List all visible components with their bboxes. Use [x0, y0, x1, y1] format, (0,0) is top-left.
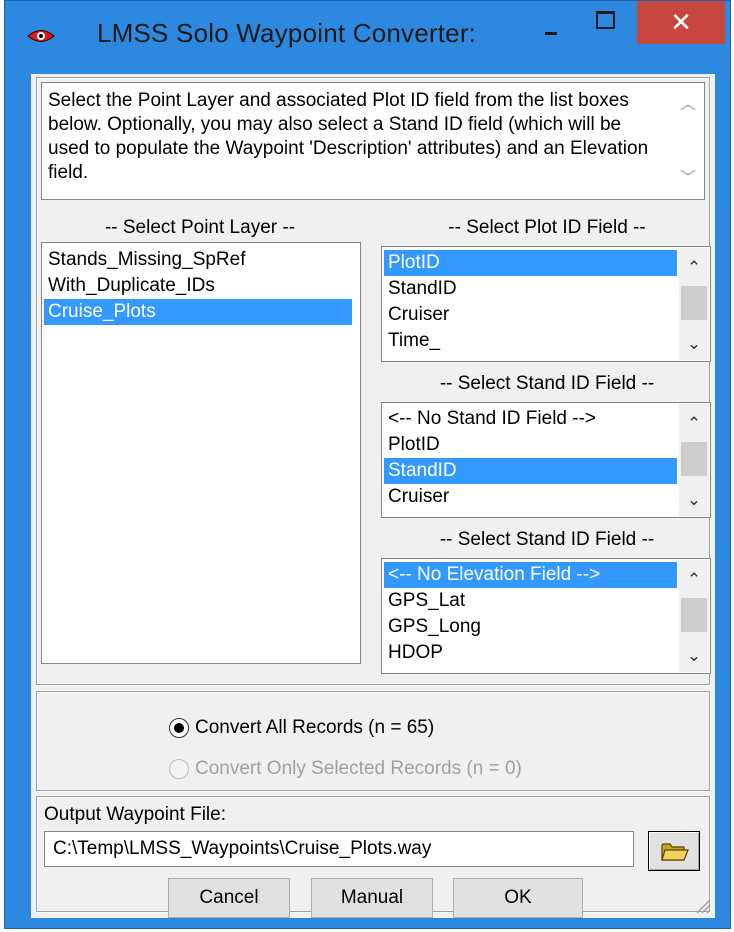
convert-selected-radio: Convert Only Selected Records (n = 0)	[169, 755, 522, 783]
scroll-up-icon[interactable]: ⌃	[679, 570, 709, 590]
point-layer-label: -- Select Point Layer --	[104, 217, 296, 238]
convert-selected-label: Convert Only Selected Records (n = 0)	[195, 758, 522, 779]
scroll-down-icon[interactable]: ⌄	[679, 334, 709, 354]
ok-button[interactable]: OK	[453, 878, 583, 918]
app-eye-icon	[27, 30, 55, 42]
title-bar[interactable]: LMSS Solo Waypoint Converter: ✕	[5, 1, 730, 65]
plot-id-label: -- Select Plot ID Field --	[448, 217, 646, 238]
scroll-down-icon[interactable]: ⌄	[679, 490, 709, 510]
browse-folder-button[interactable]	[648, 831, 700, 871]
output-file-input[interactable]: C:\Temp\LMSS_Waypoints\Cruise_Plots.way	[44, 831, 634, 867]
radio-disabled-icon	[169, 759, 189, 779]
list-item[interactable]: Stands_Missing_SpRef	[44, 247, 352, 273]
scroll-thumb[interactable]	[681, 442, 707, 476]
list-item[interactable]: StandID	[384, 458, 677, 484]
list-item[interactable]: StandID	[384, 276, 677, 302]
list-item[interactable]: PlotID	[384, 250, 677, 276]
dialog-client-area: Select the Point Layer and associated Pl…	[31, 74, 715, 918]
open-folder-icon	[661, 843, 689, 861]
list-item[interactable]: <-- No Elevation Field -->	[384, 562, 677, 588]
list-item[interactable]: <-- No Stand ID Field -->	[384, 406, 677, 432]
description-text: Select the Point Layer and associated Pl…	[48, 90, 649, 183]
convert-all-label: Convert All Records (n = 65)	[195, 717, 435, 738]
scroll-up-icon[interactable]: ︿	[676, 93, 700, 117]
scroll-down-icon[interactable]: ﹀	[676, 167, 700, 191]
main-window: LMSS Solo Waypoint Converter: ✕ Select t…	[4, 0, 731, 929]
list-item[interactable]: Cruise_Plots	[44, 299, 352, 325]
window-title: LMSS Solo Waypoint Converter:	[97, 18, 477, 48]
elevation-label: -- Select Stand ID Field --	[439, 529, 655, 550]
point-layer-listbox[interactable]: Stands_Missing_SpRef With_Duplicate_IDs Cr…	[41, 242, 361, 664]
minimize-button[interactable]	[526, 1, 576, 43]
scroll-down-icon[interactable]: ⌄	[679, 646, 709, 666]
list-item[interactable]: Time_	[384, 328, 677, 354]
plot-id-scrollbar[interactable]: ⌃ ⌄	[679, 248, 709, 360]
elevation-listbox[interactable]: <-- No Elevation Field --> GPS_Lat GPS_Lon…	[381, 558, 711, 674]
list-item[interactable]: GPS_Long	[384, 614, 677, 640]
list-item[interactable]: PlotID	[384, 432, 677, 458]
list-item[interactable]: Cruiser	[384, 302, 677, 328]
description-textbox[interactable]: Select the Point Layer and associated Pl…	[41, 82, 705, 200]
stand-id-scrollbar[interactable]: ⌃ ⌄	[679, 404, 709, 516]
list-item[interactable]: With_Duplicate_IDs	[44, 273, 352, 299]
maximize-button[interactable]	[579, 1, 629, 43]
list-item[interactable]: HDOP	[384, 640, 677, 666]
list-item[interactable]: Cruiser	[384, 484, 677, 510]
manual-button[interactable]: Manual	[311, 878, 433, 918]
scroll-thumb[interactable]	[681, 286, 707, 320]
resize-grip-icon[interactable]	[693, 896, 711, 914]
list-item[interactable]: GPS_Lat	[384, 588, 677, 614]
stand-id-listbox[interactable]: <-- No Stand ID Field --> PlotID StandID Cr…	[381, 402, 711, 518]
radio-checked-icon[interactable]	[169, 718, 189, 738]
plot-id-listbox[interactable]: PlotID StandID Cruiser Time_ ⌃ ⌄	[381, 246, 711, 362]
cancel-button[interactable]: Cancel	[168, 878, 290, 918]
scroll-up-icon[interactable]: ⌃	[679, 258, 709, 278]
scroll-thumb[interactable]	[681, 598, 707, 632]
convert-all-radio[interactable]: Convert All Records (n = 65)	[169, 714, 434, 742]
elevation-scrollbar[interactable]: ⌃ ⌄	[679, 560, 709, 672]
stand-id-label: -- Select Stand ID Field --	[439, 373, 655, 394]
close-button[interactable]: ✕	[637, 1, 725, 44]
output-file-label: Output Waypoint File:	[44, 804, 226, 825]
scroll-up-icon[interactable]: ⌃	[679, 414, 709, 434]
